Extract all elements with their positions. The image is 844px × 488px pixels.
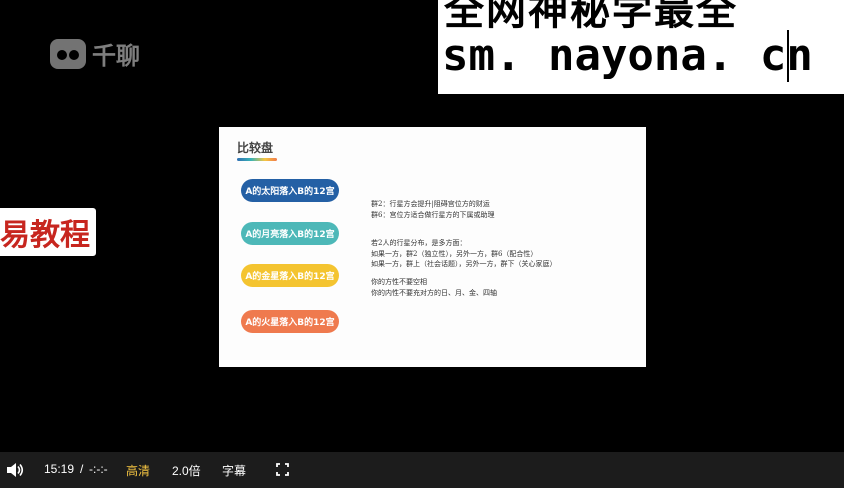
note-line: 若2人的行星分布，是多方面： <box>371 239 467 247</box>
banner-url-text: sm. nayona. cn <box>442 30 813 81</box>
presentation-slide: 比较盘 A的太阳落入B的12宫 A的月亮落入B的12宫 A的金星落入B的12宫 … <box>219 127 646 367</box>
note-line: 群2：行星方会提升|阻碍宫位方的财运 <box>371 200 490 208</box>
player-controls: 15:19 / -:-:- 高清 2.0倍 字幕 <box>0 452 844 488</box>
note-line: 你的方性不要空相 <box>371 278 427 286</box>
logo-text: 千聊 <box>92 42 140 70</box>
course-tag: 易教程 <box>0 208 96 256</box>
note-line: 如果一方，群2（独立性），另外一方，群6（配合性） <box>371 249 538 258</box>
slide-title: 比较盘 <box>237 141 274 155</box>
fullscreen-icon[interactable] <box>276 463 289 476</box>
note-block-2: 若2人的行星分布，是多方面： 如果一方，群2（独立性），另外一方，群6（配合性）… <box>371 238 557 270</box>
note-line: 群6：宫位方适合做行星方的下属或助理 <box>371 210 495 219</box>
note-line: 如果一方，群上（社会话题），另外一方，群下（关心家庭） <box>371 260 557 268</box>
video-area[interactable]: 千聊 全网神秘学最全 sm. nayona. cn 易教程 比较盘 A的太阳落入… <box>0 0 844 452</box>
pill-mars: A的火星落入B的12宫 <box>241 310 339 333</box>
pill-sun: A的太阳落入B的12宫 <box>241 179 339 202</box>
quality-button[interactable]: 高清 <box>126 462 150 479</box>
qianliao-logo-icon <box>50 38 86 69</box>
pill-venus: A的金星落入B的12宫 <box>241 264 339 287</box>
subtitle-button[interactable]: 字幕 <box>222 462 246 479</box>
watermark-banner: 全网神秘学最全 sm. nayona. cn <box>438 0 844 94</box>
time-separator: / <box>80 462 84 476</box>
title-underline <box>237 158 277 161</box>
note-line: 你的内性不要充对方的日、月、金、四轴 <box>371 288 497 297</box>
pill-moon: A的月亮落入B的12宫 <box>241 222 339 245</box>
current-time: 15:19 <box>44 462 75 476</box>
volume-icon[interactable] <box>6 462 24 478</box>
note-block-3: 你的方性不要空相 你的内性不要充对方的日、月、金、四轴 <box>371 277 497 298</box>
duration: -:-:- <box>89 462 108 476</box>
text-caret <box>787 30 789 82</box>
speed-button[interactable]: 2.0倍 <box>172 462 201 479</box>
app-logo: 千聊 <box>50 36 140 71</box>
note-block-1: 群2：行星方会提升|阻碍宫位方的财运 群6：宫位方适合做行星方的下属或助理 <box>371 199 494 220</box>
